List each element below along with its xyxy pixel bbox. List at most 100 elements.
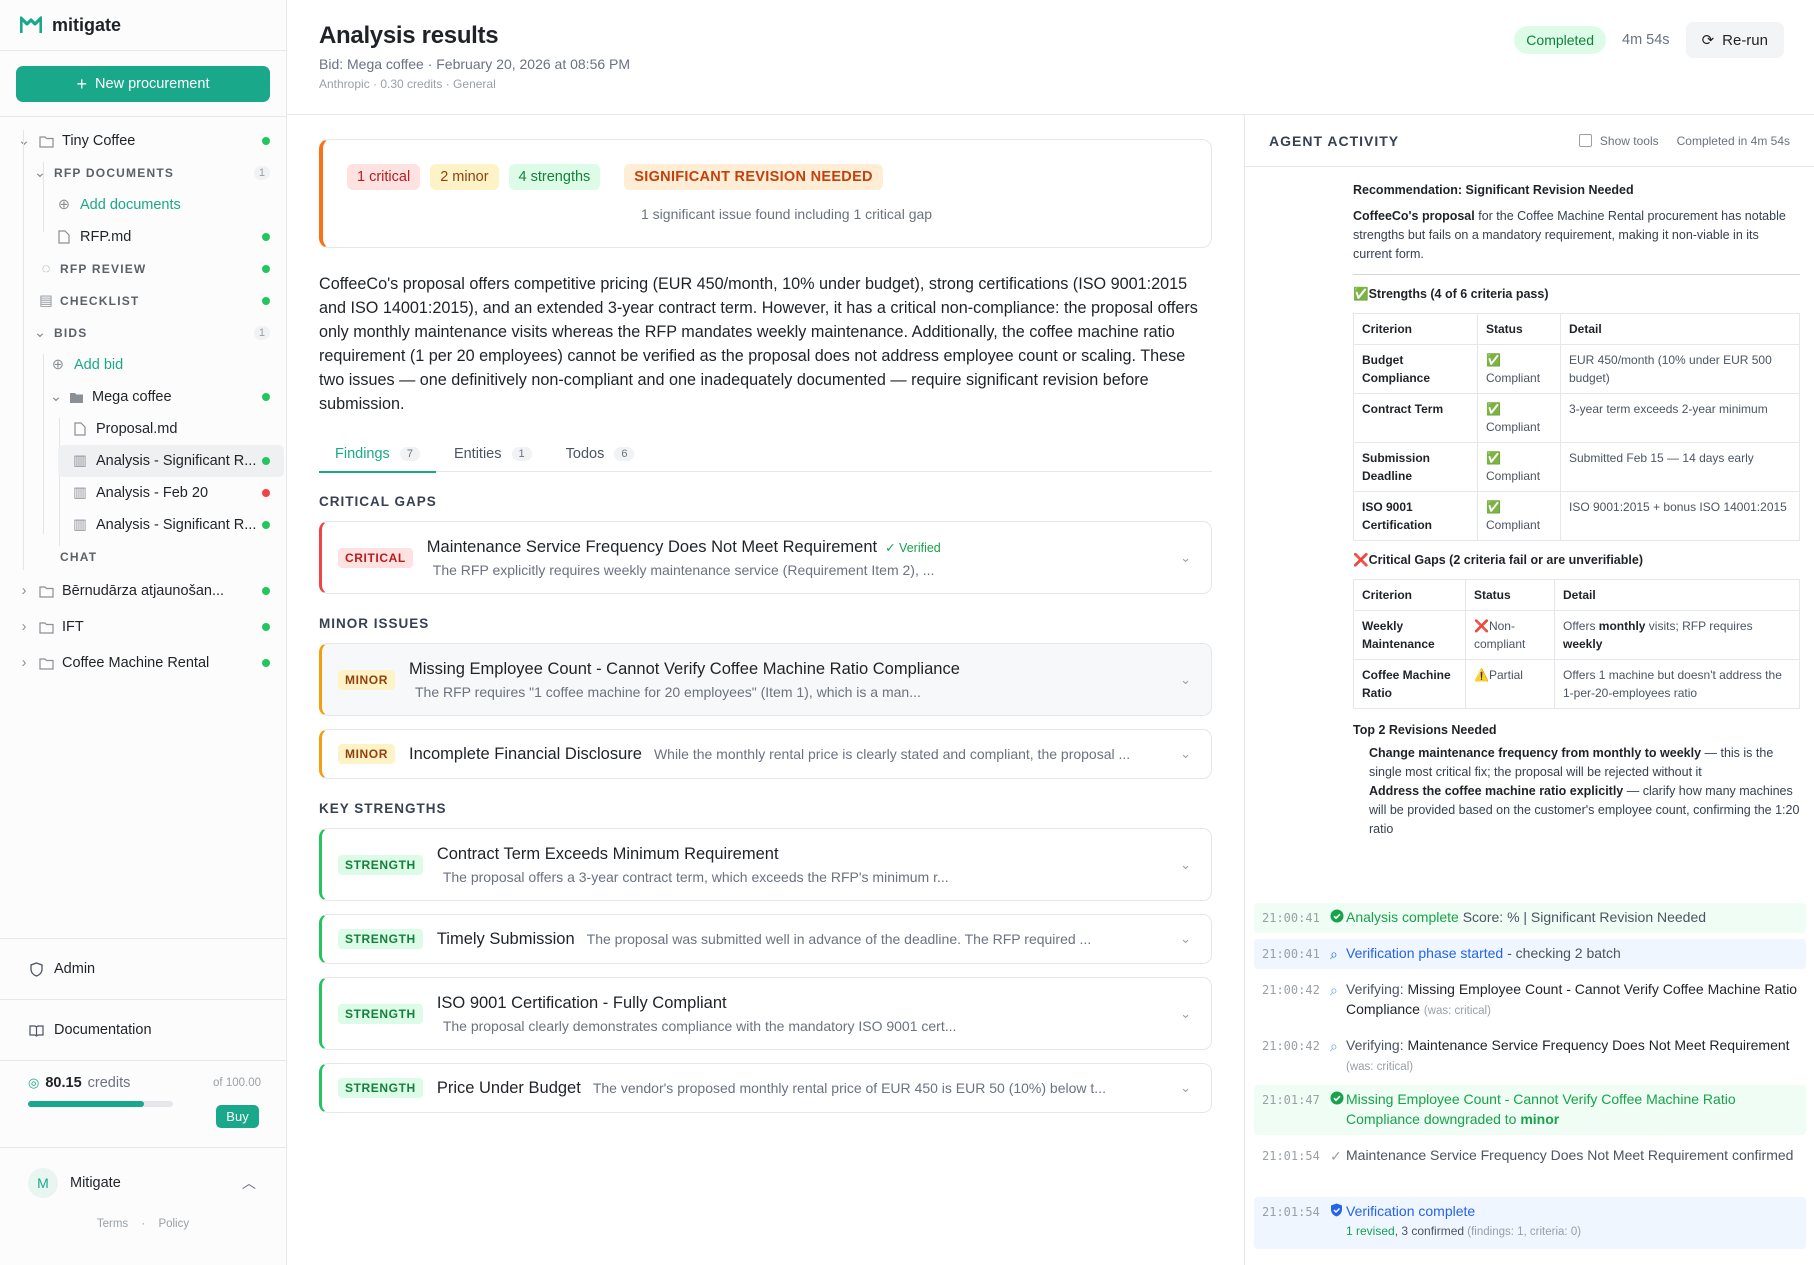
tree-item-bid[interactable]: ⌄ Mega coffee bbox=[0, 381, 286, 413]
tree-section-bids[interactable]: ⌄ BIDS 1 bbox=[0, 317, 286, 349]
file-icon bbox=[56, 229, 72, 245]
tree-item-project[interactable]: ⌄ Tiny Coffee bbox=[0, 125, 286, 157]
finding-title: Price Under Budget bbox=[436, 1078, 581, 1097]
status-dot bbox=[262, 457, 270, 465]
finding-title: Incomplete Financial Disclosure bbox=[409, 744, 642, 763]
activity-event: 21:01:54 ✓ Maintenance Service Frequency… bbox=[1254, 1141, 1806, 1169]
project-tree: ⌄ Tiny Coffee ⌄ RFP DOCUMENTS 1 ⊕ Add do… bbox=[0, 117, 286, 681]
tree-item-project[interactable]: › Coffee Machine Rental bbox=[0, 645, 286, 681]
admin-link[interactable]: Admin bbox=[0, 938, 286, 999]
new-procurement-button[interactable]: + New procurement bbox=[16, 66, 270, 102]
recommendation-label: Recommendation: bbox=[1353, 183, 1463, 197]
event-title: Maintenance Service Frequency Does Not M… bbox=[1346, 1147, 1794, 1163]
tree-item-project[interactable]: › Bērnudārza atjaunošan... bbox=[0, 573, 286, 609]
section-label: RFP DOCUMENTS bbox=[54, 166, 175, 180]
bid-name: Mega coffee bbox=[92, 389, 172, 405]
chevron-right-icon[interactable]: › bbox=[16, 655, 32, 671]
credits-value: 80.15 bbox=[45, 1075, 82, 1091]
table-row: Submission Deadline ✅ Compliant Submitted F… bbox=[1353, 442, 1800, 492]
check-icon: ✅ bbox=[1486, 402, 1501, 416]
detail-text: visits; RFP requires bbox=[1645, 619, 1753, 633]
tab-count: 7 bbox=[399, 447, 420, 461]
event-note: (findings: 1, criteria: 0) bbox=[1464, 1226, 1582, 1238]
chevron-down-icon[interactable]: ⌄ bbox=[1180, 1080, 1191, 1096]
shield-check-icon bbox=[1330, 1202, 1346, 1218]
detail-cell: Offers monthly visits; RFP requires week… bbox=[1554, 610, 1800, 660]
finding-card[interactable]: MINOR Missing Employee Count - Cannot Ve… bbox=[319, 643, 1212, 716]
tab-findings[interactable]: Findings 7 bbox=[319, 436, 436, 473]
refresh-icon: ⟳ bbox=[1701, 32, 1715, 49]
chevron-down-icon[interactable]: ⌄ bbox=[1180, 931, 1191, 947]
chevron-down-icon[interactable]: ⌄ bbox=[1180, 857, 1191, 873]
file-name: RFP.md bbox=[80, 229, 132, 245]
tab-todos[interactable]: Todos 6 bbox=[550, 436, 651, 472]
finding-card[interactable]: STRENGTH Contract Term Exceeds Minimum R… bbox=[319, 828, 1212, 901]
show-tools-checkbox[interactable] bbox=[1578, 134, 1592, 147]
chevron-down-icon[interactable]: ⌄ bbox=[32, 165, 48, 181]
rerun-button[interactable]: ⟳ Re-run bbox=[1685, 22, 1784, 58]
finding-card[interactable]: STRENGTH Timely Submission The proposal … bbox=[319, 914, 1212, 964]
add-documents-link[interactable]: ⊕ Add documents bbox=[0, 189, 286, 221]
chevron-down-icon[interactable]: ⌄ bbox=[1180, 672, 1191, 688]
credits-coin-icon: ◎ bbox=[28, 1075, 40, 1090]
tree-section-chat[interactable]: CHAT bbox=[0, 541, 286, 573]
tab-count: 1 bbox=[511, 447, 532, 461]
finding-description: The RFP requires "1 coffee machine for 2… bbox=[415, 683, 921, 700]
tree-item-file[interactable]: RFP.md bbox=[0, 221, 286, 253]
finding-card[interactable]: MINOR Incomplete Financial Disclosure Wh… bbox=[319, 729, 1212, 779]
tab-label: Todos bbox=[565, 446, 605, 462]
policy-link[interactable]: Policy bbox=[158, 1218, 189, 1230]
tree-item-analysis[interactable]: ▥ Analysis - Feb 20 bbox=[0, 477, 286, 509]
tree-item-analysis-selected[interactable]: ▥ Analysis - Significant R... bbox=[58, 445, 284, 477]
folder-icon bbox=[38, 133, 54, 149]
user-name: Mitigate bbox=[70, 1175, 121, 1191]
chevron-down-icon[interactable]: ⌄ bbox=[32, 325, 48, 341]
tree-section-rfp-review[interactable]: ◌ RFP REVIEW bbox=[0, 253, 286, 285]
tree-section-checklist[interactable]: ▤ CHECKLIST bbox=[0, 285, 286, 317]
detail-cell: 3-year term exceeds 2-year minimum bbox=[1560, 393, 1800, 443]
event-title: Verification complete bbox=[1346, 1203, 1476, 1219]
chevron-down-icon[interactable]: ⌄ bbox=[1180, 746, 1191, 762]
tree-item-file[interactable]: Proposal.md bbox=[0, 413, 286, 445]
chevron-right-icon[interactable]: › bbox=[16, 583, 32, 599]
warning-icon: ⚠️ bbox=[1474, 668, 1489, 682]
chevron-down-icon[interactable]: ⌄ bbox=[1180, 1006, 1191, 1022]
finding-description: The proposal was submitted well in advan… bbox=[586, 931, 1092, 947]
chevron-right-icon[interactable]: › bbox=[16, 619, 32, 635]
buy-credits-button[interactable]: Buy bbox=[216, 1105, 259, 1128]
tab-entities[interactable]: Entities 1 bbox=[438, 436, 548, 472]
chevron-down-icon[interactable]: ⌄ bbox=[1180, 550, 1191, 566]
finding-card[interactable]: STRENGTH ISO 9001 Certification - Fully … bbox=[319, 977, 1212, 1050]
tree-item-analysis[interactable]: ▥ Analysis - Significant R... bbox=[0, 509, 286, 541]
status-dot bbox=[262, 489, 270, 497]
user-menu[interactable]: M Mitigate ︿ Terms · Policy bbox=[0, 1147, 286, 1265]
table-row: Budget Compliance ✅ Compliant EUR 450/month… bbox=[1353, 344, 1800, 394]
check-mark-icon: ✅ bbox=[1353, 287, 1369, 301]
detail-cell: Submitted Feb 15 — 14 days early bbox=[1560, 442, 1800, 492]
finding-card[interactable]: CRITICAL Maintenance Service Frequency D… bbox=[319, 521, 1212, 594]
status-text: Compliant bbox=[1486, 420, 1541, 434]
terms-link[interactable]: Terms bbox=[97, 1218, 128, 1230]
event-timestamp: 21:01:47 bbox=[1262, 1093, 1320, 1107]
section-label: RFP REVIEW bbox=[60, 262, 147, 276]
status-text: Compliant bbox=[1486, 518, 1541, 532]
documentation-link[interactable]: Documentation bbox=[0, 999, 286, 1060]
finding-description: The proposal offers a 3-year contract te… bbox=[442, 868, 949, 885]
detail-cell: Offers 1 machine but doesn't address the… bbox=[1554, 659, 1800, 709]
revision-title: Change maintenance frequency from monthl… bbox=[1369, 746, 1702, 760]
finding-description: The proposal clearly demonstrates compli… bbox=[442, 1017, 957, 1034]
chevron-up-icon[interactable]: ︿ bbox=[242, 1173, 256, 1193]
status-dot bbox=[262, 659, 270, 667]
checklist-icon: ▤ bbox=[39, 293, 53, 309]
chevron-down-icon[interactable]: ⌄ bbox=[48, 389, 64, 405]
add-bid-link[interactable]: ⊕ Add bid bbox=[0, 349, 286, 381]
event-timestamp: 21:00:41 bbox=[1262, 947, 1320, 961]
check-icon: ✅ bbox=[1486, 451, 1501, 465]
chevron-down-icon[interactable]: ⌄ bbox=[16, 133, 32, 149]
status-dot bbox=[262, 265, 270, 273]
criterion-cell: Submission Deadline bbox=[1353, 442, 1478, 492]
logo[interactable]: mitigate bbox=[0, 0, 286, 50]
finding-card[interactable]: STRENGTH Price Under Budget The vendor's… bbox=[319, 1063, 1212, 1113]
book-icon bbox=[28, 1022, 44, 1038]
tree-item-project[interactable]: › IFT bbox=[0, 609, 286, 645]
